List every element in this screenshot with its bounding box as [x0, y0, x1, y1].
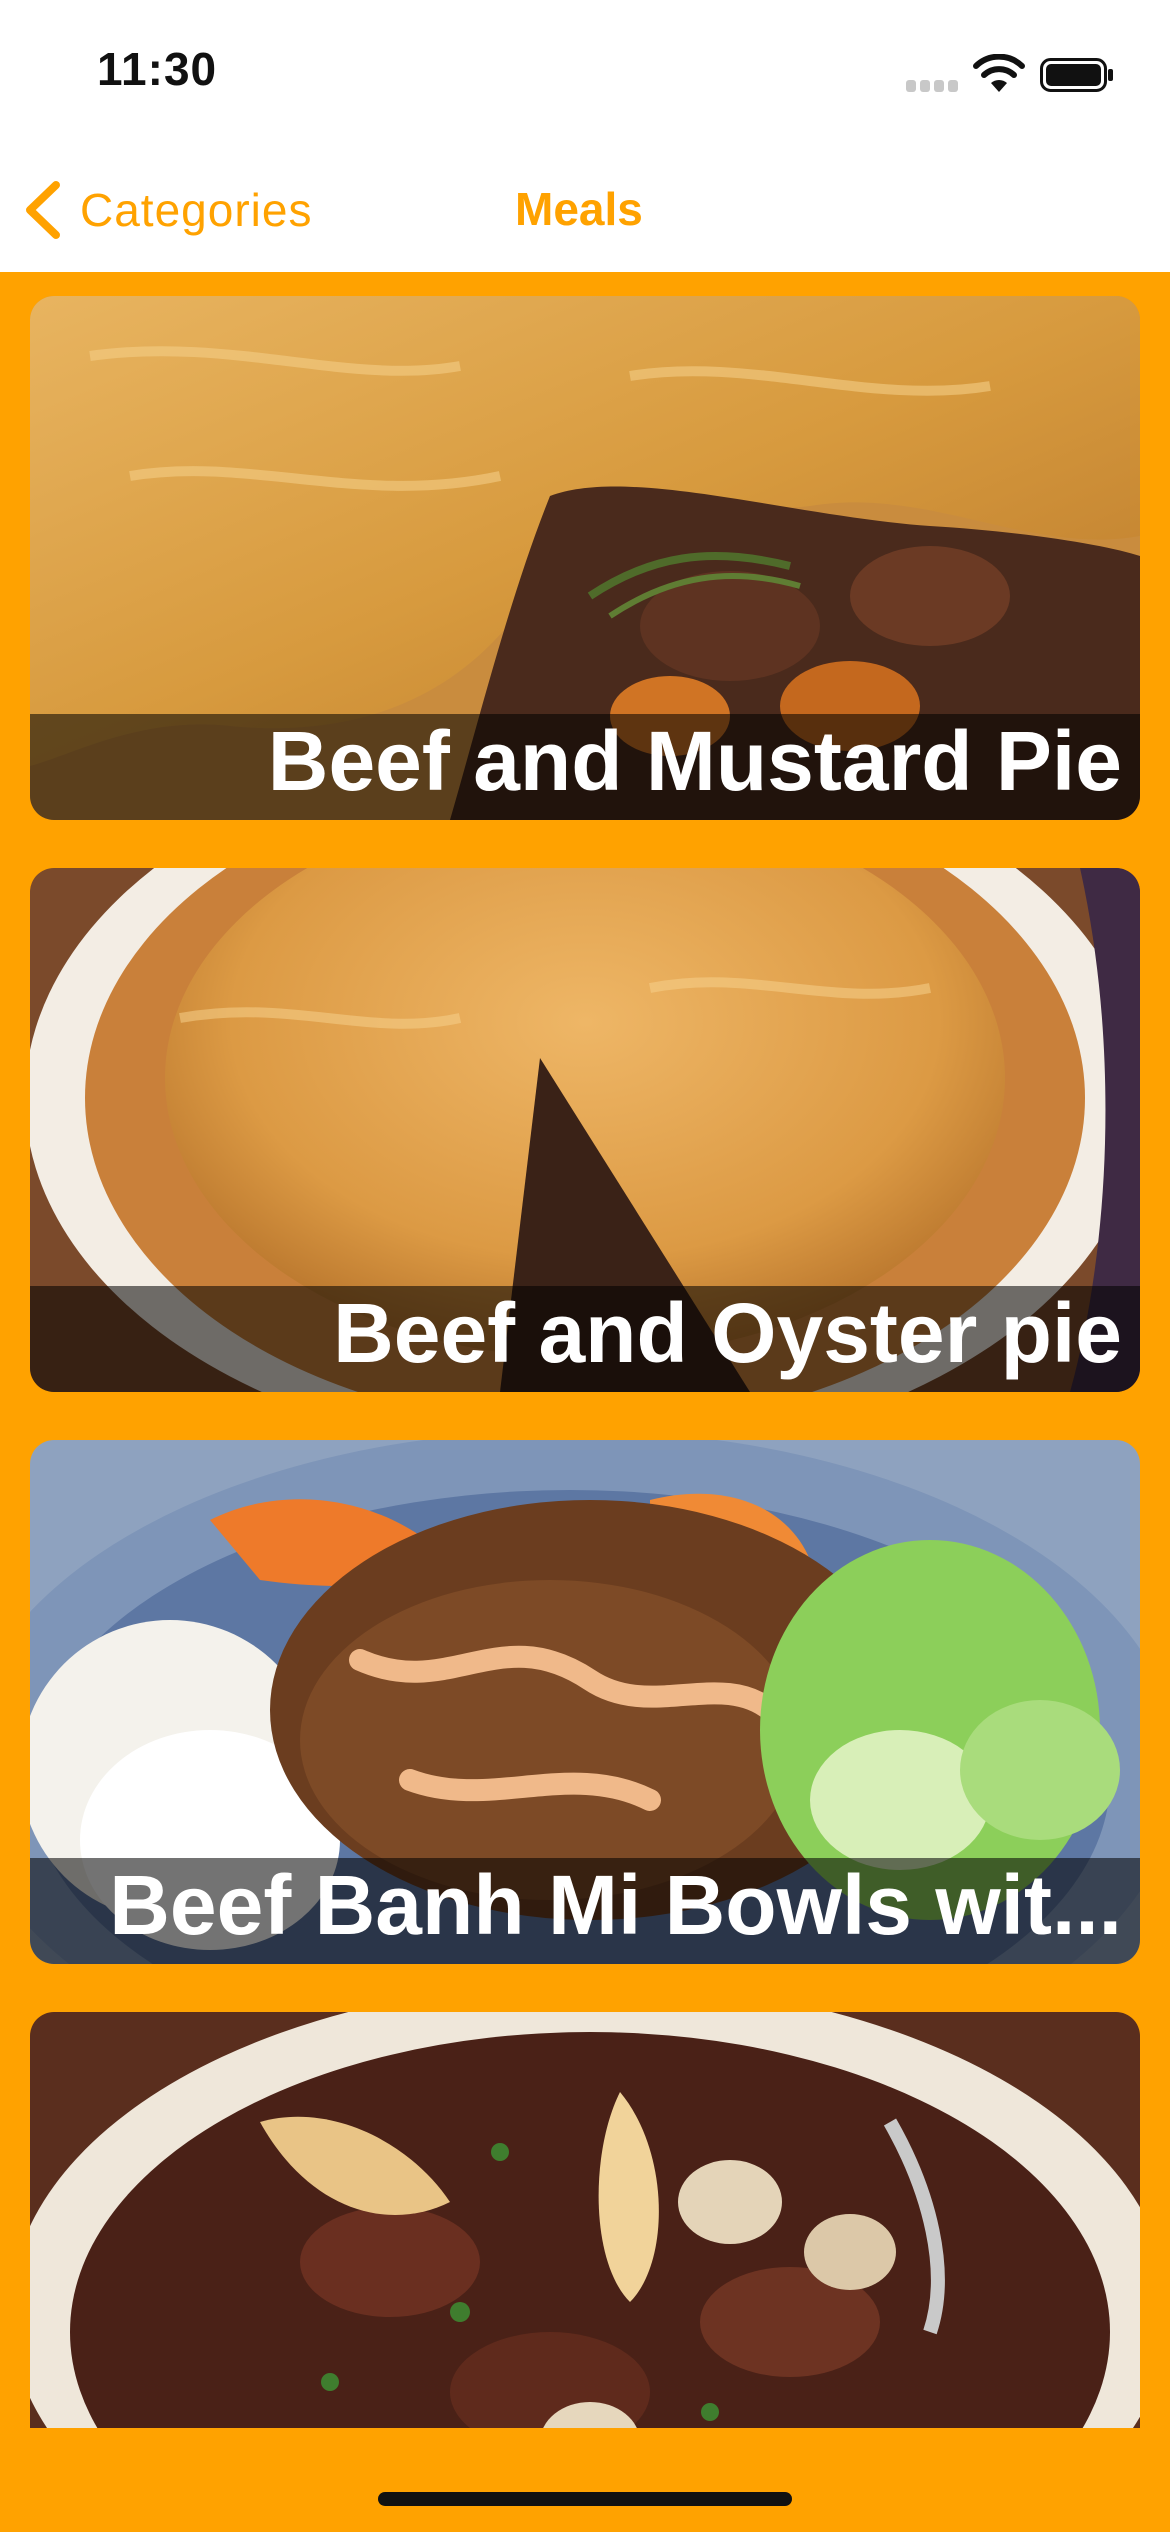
status-bar: 11:30: [0, 0, 1170, 150]
meal-card[interactable]: Beef and Oyster pie: [30, 868, 1140, 1392]
meal-card[interactable]: Beef Banh Mi Bowls wit...: [30, 1440, 1140, 1964]
wifi-icon: [973, 54, 1025, 92]
meal-card[interactable]: Beef and Mustard Pie: [30, 296, 1140, 820]
cellular-signal-icon: [906, 80, 958, 92]
meal-card[interactable]: [30, 2012, 1140, 2428]
meal-image: [30, 2012, 1140, 2428]
meal-title: Beef and Oyster pie: [333, 1286, 1122, 1380]
page-title: Meals: [515, 183, 643, 235]
home-indicator[interactable]: [378, 2492, 792, 2506]
meal-title: Beef and Mustard Pie: [267, 714, 1122, 808]
status-time: 11:30: [97, 43, 218, 95]
meal-title-overlay: Beef Banh Mi Bowls wit...: [30, 1858, 1140, 1964]
top-chrome: 11:30 Categories Meals: [0, 0, 1170, 272]
meal-title: Beef Banh Mi Bowls wit...: [109, 1858, 1122, 1952]
meal-title-overlay: Beef and Oyster pie: [30, 1286, 1140, 1392]
battery-icon: [1040, 58, 1113, 92]
back-button[interactable]: Categories: [20, 170, 312, 250]
navigation-bar: Categories Meals: [0, 150, 1170, 272]
meals-list[interactable]: Beef and Mustard Pie Beef and Oyster pie: [0, 272, 1170, 2428]
chevron-left-icon: [26, 181, 60, 239]
meal-title-overlay: Beef and Mustard Pie: [30, 714, 1140, 820]
back-button-label: Categories: [80, 184, 313, 236]
